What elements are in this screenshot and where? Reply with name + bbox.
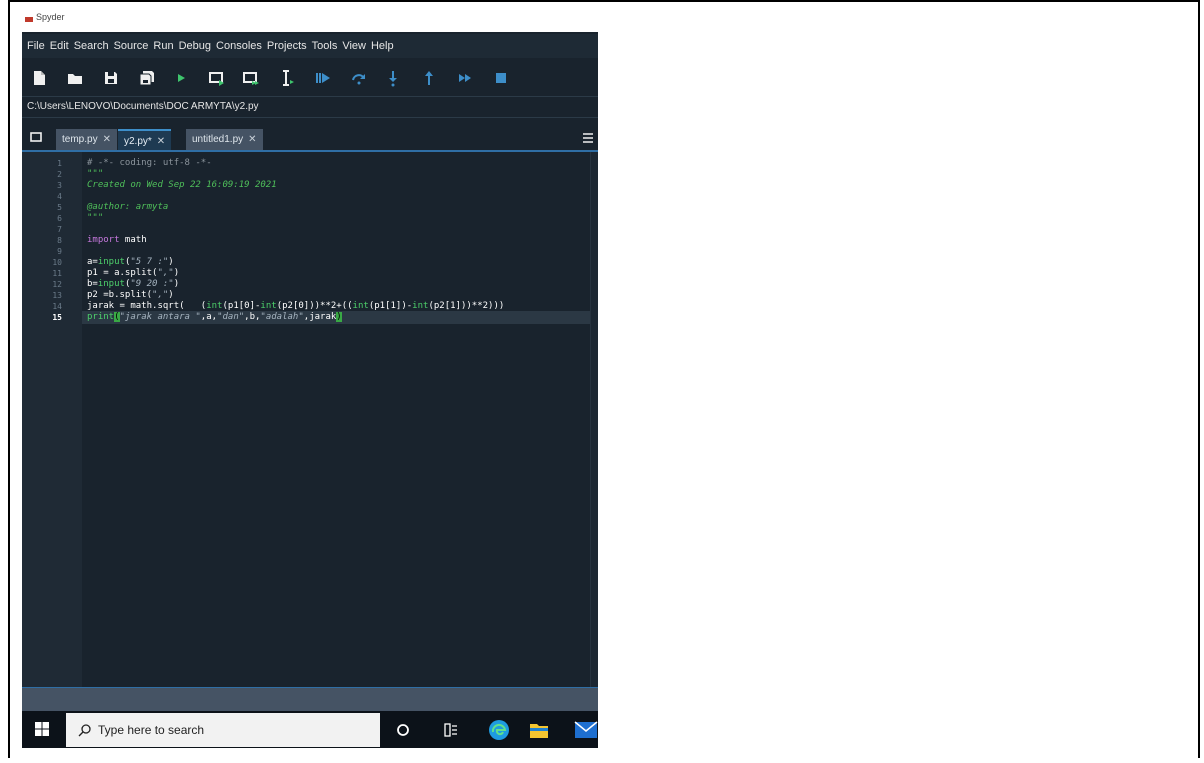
code-line: a=input("5 7 :") — [87, 257, 174, 267]
window-title: Spyder — [36, 12, 65, 22]
line-number-gutter: 1 2 3 4 5 6 7 8 9 10 11 12 13 14 15 — [22, 152, 82, 687]
line-number: 2 — [57, 170, 62, 179]
browse-tabs-icon[interactable] — [29, 130, 43, 144]
tab-label: temp.py — [62, 134, 98, 145]
code-line: @author: armyta — [87, 202, 169, 212]
tab-label: y2.py* — [124, 136, 152, 147]
file-path-bar[interactable]: C:\Users\LENOVO\Documents\DOC ARMYTA\y2.… — [22, 96, 598, 118]
code-line: jarak = math.sqrt( (int(p1[0]-int(p2[0])… — [87, 301, 505, 311]
line-number: 7 — [57, 225, 62, 234]
windows-taskbar: Type here to search — [22, 711, 598, 748]
line-number: 1 — [57, 159, 62, 168]
step-over-icon[interactable] — [350, 69, 368, 87]
file-explorer-icon[interactable] — [528, 719, 550, 741]
menu-debug[interactable]: Debug — [179, 40, 211, 52]
taskbar-search-box[interactable]: Type here to search — [66, 713, 380, 747]
step-return-icon[interactable] — [420, 69, 438, 87]
run-cell-advance-icon[interactable] — [242, 69, 260, 87]
line-number: 13 — [52, 291, 62, 300]
open-folder-icon[interactable] — [66, 69, 84, 87]
code-area[interactable]: # -*- coding: utf-8 -*- """ Created on W… — [82, 152, 592, 687]
menu-tools[interactable]: Tools — [312, 40, 338, 52]
menu-help[interactable]: Help — [371, 40, 394, 52]
status-bar — [22, 687, 598, 711]
save-all-icon[interactable] — [138, 69, 156, 87]
mail-icon[interactable] — [574, 719, 598, 741]
line-number: 14 — [52, 302, 62, 311]
spyder-logo-icon — [25, 17, 33, 22]
line-number: 5 — [57, 203, 62, 212]
line-number: 9 — [57, 247, 62, 256]
tab-label: untitled1.py — [192, 134, 244, 145]
code-line: b=input("9 20 :") — [87, 279, 180, 289]
close-icon[interactable]: ✕ — [157, 136, 165, 147]
code-line: """ — [87, 169, 104, 179]
cortana-icon[interactable] — [394, 721, 412, 739]
menu-file[interactable]: File — [27, 40, 45, 52]
title-bar: Spyder — [22, 10, 598, 32]
file-path: C:\Users\LENOVO\Documents\DOC ARMYTA\y2.… — [27, 101, 259, 112]
menu-edit[interactable]: Edit — [50, 40, 69, 52]
windows-start-icon[interactable] — [34, 721, 50, 737]
close-icon[interactable]: ✕ — [248, 134, 256, 145]
line-number: 11 — [52, 269, 62, 278]
spyder-window: Spyder File Edit Search Source Run Debug… — [22, 10, 598, 748]
line-number: 6 — [57, 214, 62, 223]
code-line: # -*- coding: utf-8 -*- — [87, 158, 212, 168]
menu-consoles[interactable]: Consoles — [216, 40, 262, 52]
save-icon[interactable] — [102, 69, 120, 87]
line-number: 3 — [57, 181, 62, 190]
edge-browser-icon[interactable] — [488, 719, 510, 741]
code-editor[interactable]: 1 2 3 4 5 6 7 8 9 10 11 12 13 14 15 # -*… — [22, 152, 598, 687]
menu-bar: File Edit Search Source Run Debug Consol… — [22, 34, 598, 58]
continue-icon[interactable] — [456, 69, 474, 87]
tab-temp-py[interactable]: temp.py ✕ — [56, 129, 117, 150]
line-number: 4 — [57, 192, 62, 201]
code-line: """ — [87, 213, 104, 223]
step-into-icon[interactable] — [384, 69, 402, 87]
menu-projects[interactable]: Projects — [267, 40, 307, 52]
new-file-icon[interactable] — [30, 69, 48, 87]
tab-y2-py[interactable]: y2.py* ✕ — [118, 129, 172, 150]
code-line: Created on Wed Sep 22 16:09:19 2021 — [87, 180, 277, 190]
tab-untitled1-py[interactable]: untitled1.py ✕ — [186, 129, 263, 150]
line-number-current: 15 — [52, 313, 62, 322]
run-icon[interactable] — [172, 69, 190, 87]
options-menu-icon[interactable] — [582, 132, 594, 144]
stop-icon[interactable] — [492, 69, 510, 87]
code-line: p2 =b.split(",") — [87, 290, 174, 300]
run-cell-icon[interactable] — [208, 69, 226, 87]
line-number: 10 — [52, 258, 62, 267]
line-number: 12 — [52, 280, 62, 289]
code-line: p1 = a.split(",") — [87, 268, 180, 278]
debug-icon[interactable] — [314, 69, 332, 87]
editor-scrollbar[interactable] — [590, 152, 598, 687]
line-number: 8 — [57, 236, 62, 245]
code-line: import math — [87, 235, 147, 245]
menu-source[interactable]: Source — [114, 40, 149, 52]
toolbar — [22, 60, 598, 96]
code-line-current: print("jarak antara ",a,"dan",b,"adalah"… — [87, 312, 342, 322]
menu-search[interactable]: Search — [74, 40, 109, 52]
task-view-icon[interactable] — [442, 721, 460, 739]
run-selection-icon[interactable] — [278, 69, 296, 87]
editor-tab-bar: temp.py ✕ y2.py* ✕ untitled1.py ✕ — [22, 124, 598, 152]
menu-view[interactable]: View — [342, 40, 366, 52]
menu-run[interactable]: Run — [153, 40, 173, 52]
search-icon — [78, 724, 91, 737]
close-icon[interactable]: ✕ — [103, 134, 111, 145]
search-placeholder: Type here to search — [98, 723, 205, 737]
